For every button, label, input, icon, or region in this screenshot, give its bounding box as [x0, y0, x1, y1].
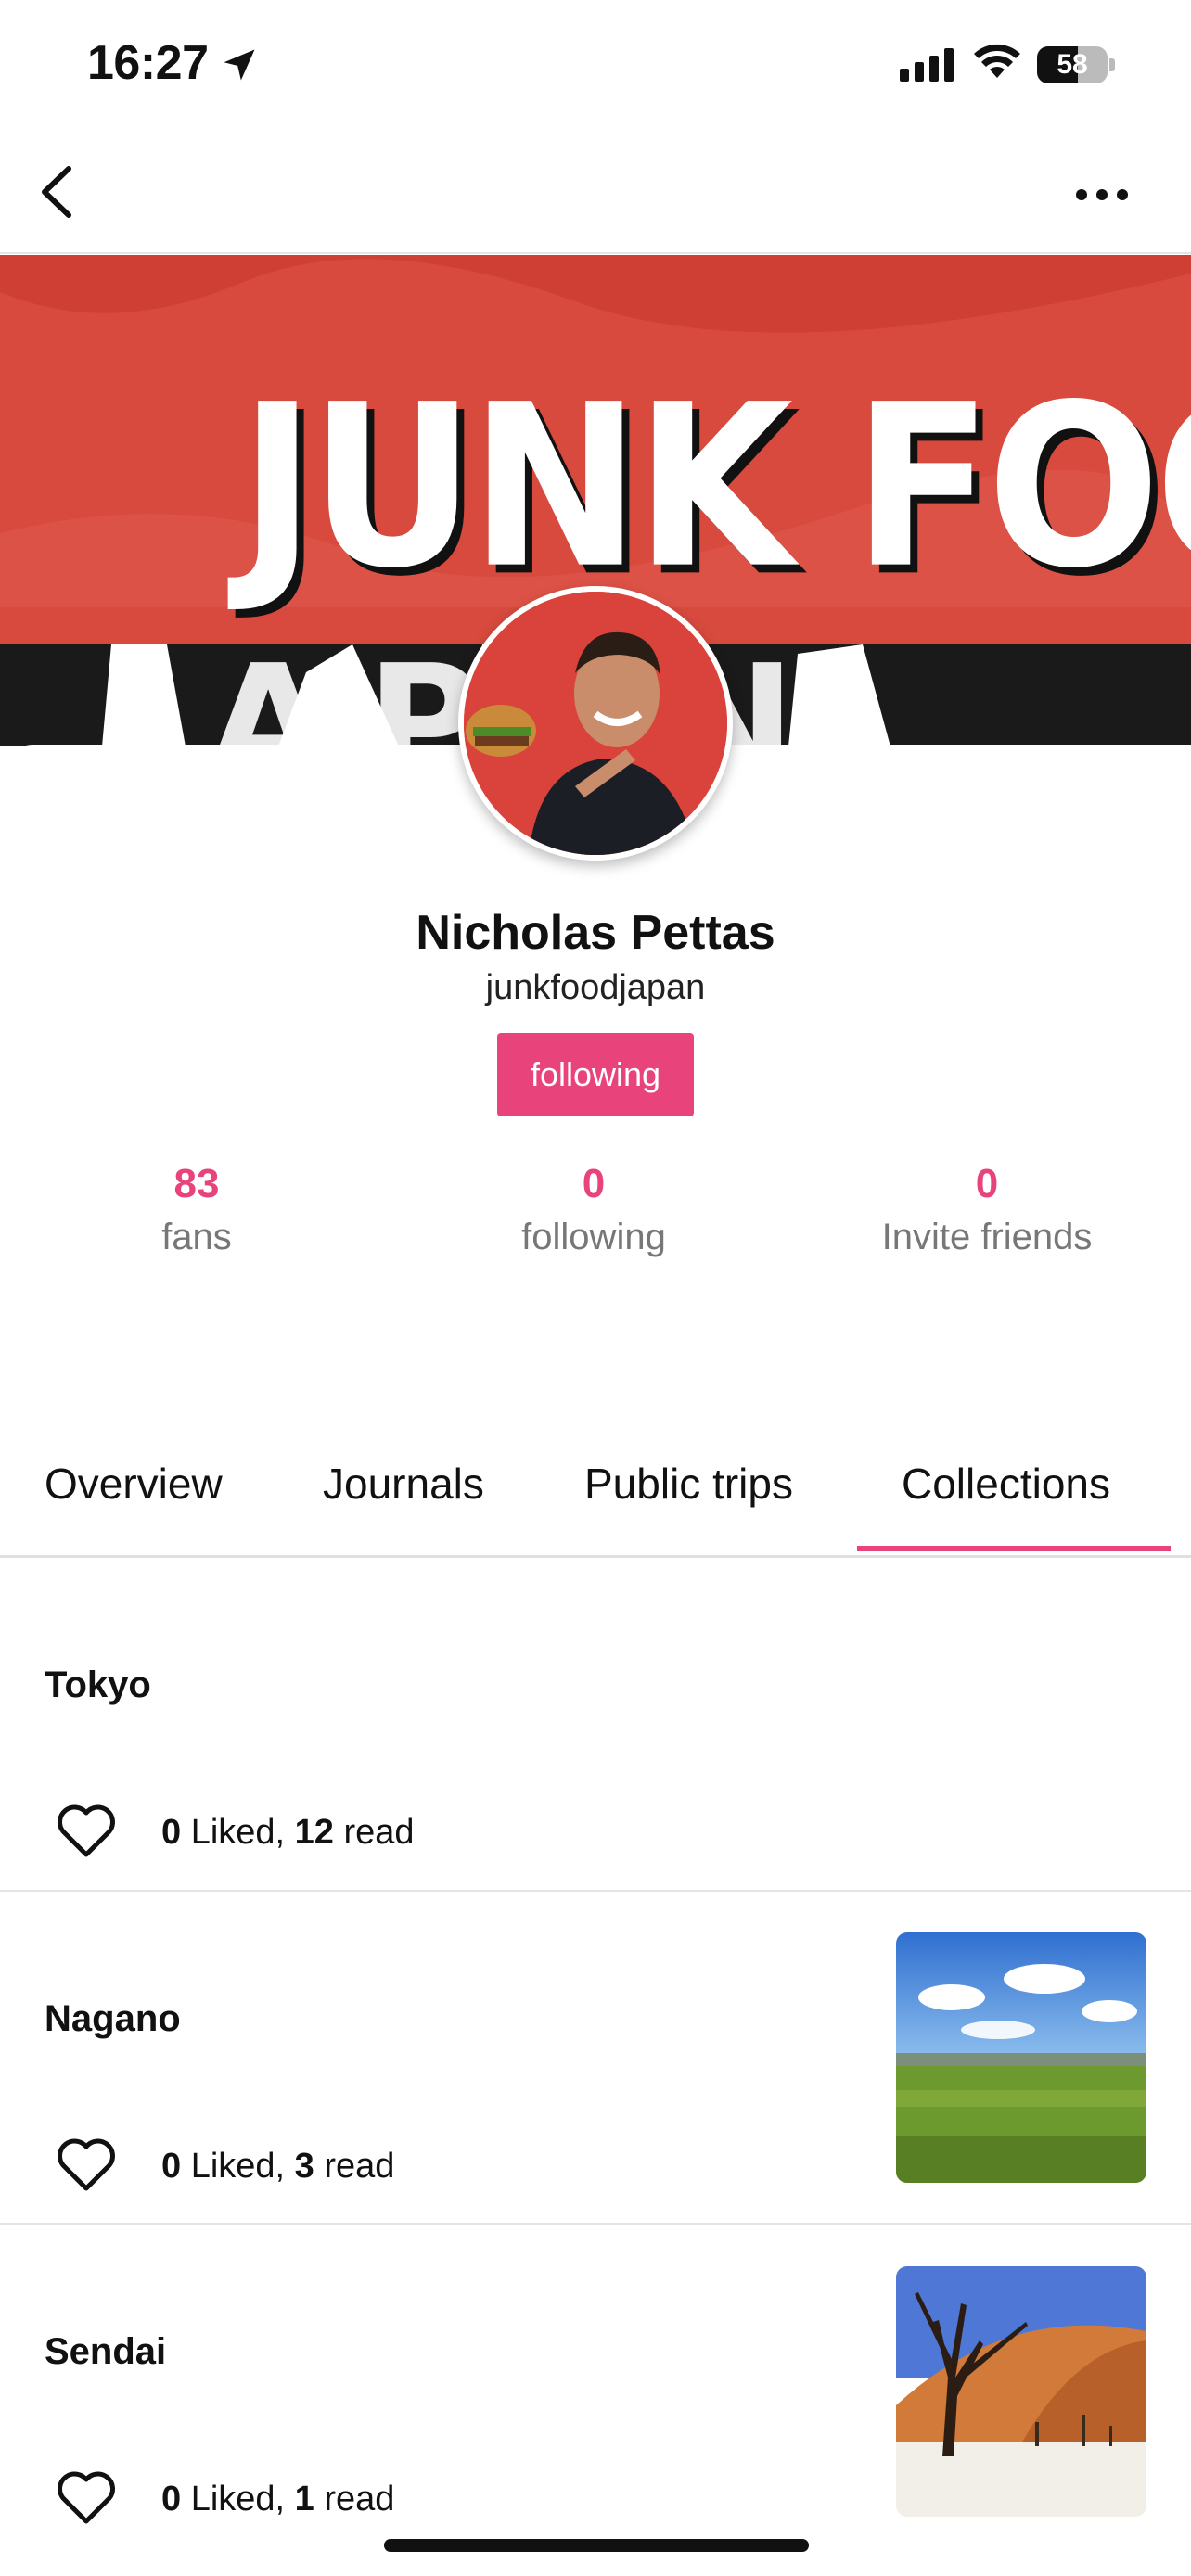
liked-count: 0: [161, 2147, 182, 2186]
read-count: 3: [294, 2147, 314, 2186]
collection-stats: 0 Liked, 3 read: [161, 2147, 394, 2187]
collection-stats: 0 Liked, 12 read: [161, 1813, 415, 1853]
profile-handle: junkfoodjapan: [485, 968, 706, 1007]
heart-icon[interactable]: [56, 1804, 117, 1859]
following-button[interactable]: following: [497, 1033, 694, 1116]
avatar-image: [464, 592, 727, 855]
stat-fans[interactable]: 83 fans: [2, 1161, 391, 1258]
read-count: 1: [294, 2480, 314, 2519]
collection-title: Sendai: [45, 2331, 167, 2372]
stat-following-value: 0: [582, 1161, 606, 1206]
stat-fans-label: fans: [161, 1217, 232, 1257]
location-arrow-icon: [224, 49, 255, 81]
status-bar: 16:27 58: [0, 0, 1191, 130]
status-time: 16:27: [87, 36, 209, 90]
collection-title: Tokyo: [45, 1664, 151, 1705]
liked-label: Liked,: [181, 1813, 295, 1852]
read-label: read: [333, 1813, 415, 1852]
heart-icon[interactable]: [56, 2137, 117, 2193]
profile-tabs: Overview Journals Public trips Collectio…: [0, 1409, 1191, 1558]
heart-icon[interactable]: [56, 2470, 117, 2526]
stat-following-label: following: [521, 1217, 666, 1257]
cover-banner-text: JUNK FOOD: [239, 356, 1191, 618]
desert-image: [896, 2266, 1146, 2517]
read-count: 12: [294, 1813, 334, 1852]
read-label: read: [314, 2147, 395, 2186]
battery-level: 58: [1057, 49, 1088, 80]
tab-collections[interactable]: Collections: [902, 1409, 1110, 1558]
stat-invite-value: 0: [975, 1161, 999, 1206]
landscape-image: [896, 1932, 1146, 2183]
liked-count: 0: [161, 2480, 182, 2519]
stat-following[interactable]: 0 following: [399, 1161, 788, 1258]
liked-label: Liked,: [181, 2480, 295, 2519]
liked-count: 0: [161, 1813, 182, 1852]
stat-invite-friends[interactable]: 0 Invite friends: [792, 1161, 1182, 1258]
more-options-icon[interactable]: [1067, 176, 1137, 213]
collection-title: Nagano: [45, 1998, 181, 2039]
battery-icon: 58: [1037, 46, 1115, 83]
collection-thumbnail: [896, 1932, 1146, 2183]
liked-label: Liked,: [181, 2147, 295, 2186]
active-tab-indicator: [857, 1546, 1171, 1551]
avatar[interactable]: [458, 586, 733, 861]
collection-item-sendai[interactable]: Sendai 0 Liked, 1 read: [0, 2225, 1191, 2576]
cellular-signal-icon: [900, 48, 954, 82]
read-label: read: [314, 2480, 395, 2519]
collection-item-nagano[interactable]: Nagano 0 Liked, 3 read: [0, 1893, 1191, 2225]
stat-invite-label: Invite friends: [881, 1217, 1093, 1257]
stat-fans-value: 83: [173, 1161, 220, 1206]
nav-bar: [0, 130, 1191, 254]
collection-stats: 0 Liked, 1 read: [161, 2480, 394, 2519]
home-indicator: [384, 2539, 809, 2552]
profile-name: Nicholas Pettas: [416, 906, 775, 960]
collection-thumbnail: [896, 2266, 1146, 2517]
collection-item-tokyo[interactable]: Tokyo 0 Liked, 12 read: [0, 1561, 1191, 1892]
back-chevron-icon[interactable]: [28, 159, 93, 224]
tab-public-trips[interactable]: Public trips: [584, 1409, 793, 1558]
tab-journals[interactable]: Journals: [323, 1409, 484, 1558]
tab-overview[interactable]: Overview: [45, 1409, 223, 1558]
wifi-icon: [974, 44, 1020, 78]
